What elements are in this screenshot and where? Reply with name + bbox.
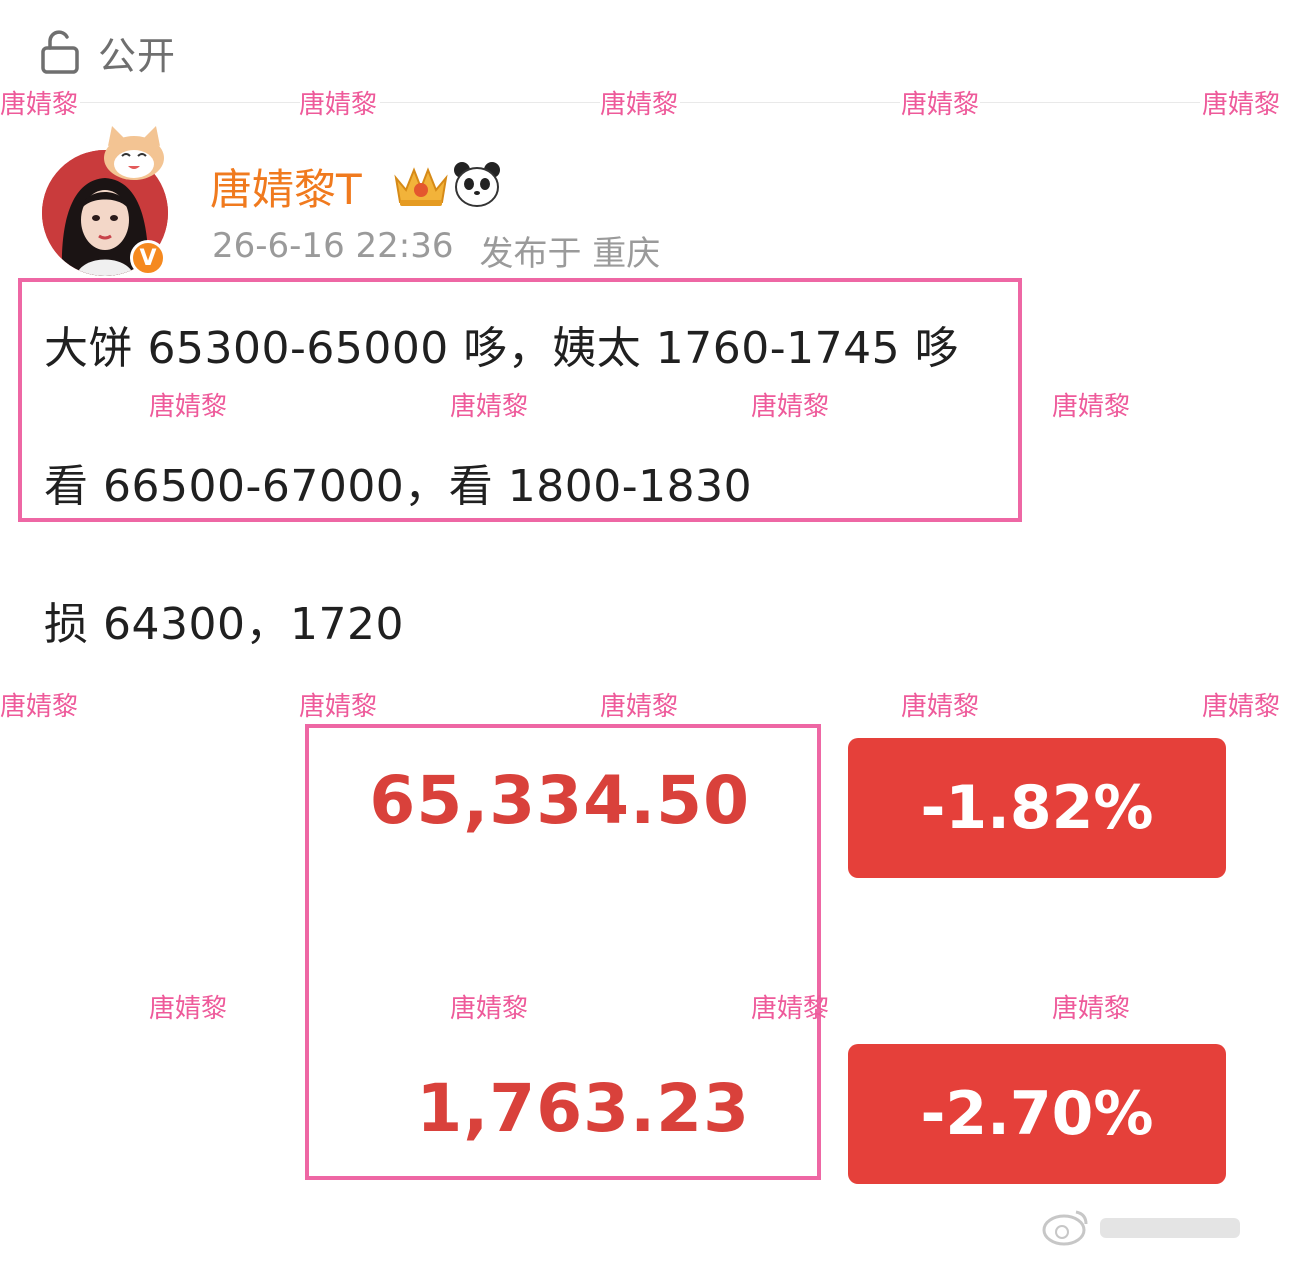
watermark: 唐婧黎 xyxy=(600,90,679,120)
watermark: 唐婧黎 xyxy=(1052,994,1131,1024)
watermark: 唐婧黎 xyxy=(1202,90,1281,120)
watermark: 唐婧黎 xyxy=(0,90,79,120)
price-value: 1,763.23 xyxy=(416,1070,750,1147)
watermark: 唐婧黎 xyxy=(299,90,378,120)
watermark: 唐婧黎 xyxy=(450,994,529,1024)
watermark: 唐婧黎 xyxy=(1052,392,1131,422)
price-1: 65,334.50 xyxy=(330,762,750,839)
post-line-1: 大饼 65300-65000 哆，姨太 1760-1745 哆 xyxy=(44,323,960,374)
change-value: -2.70% xyxy=(920,1079,1154,1149)
weibo-logo-icon xyxy=(1042,1210,1240,1246)
price-value: 65,334.50 xyxy=(369,762,750,839)
divider xyxy=(980,102,1200,103)
watermark: 唐婧黎 xyxy=(901,692,980,722)
watermark: 唐婧黎 xyxy=(751,994,830,1024)
post-location: 发布于 重庆 xyxy=(479,234,661,274)
cat-pendant-icon xyxy=(104,126,164,180)
username[interactable]: 唐婧黎T xyxy=(210,156,362,217)
watermark: 唐婧黎 xyxy=(149,994,228,1024)
change-badge: -1.82% xyxy=(848,738,1226,878)
verified-badge: V xyxy=(130,240,166,276)
watermark: 唐婧黎 xyxy=(299,692,378,722)
divider xyxy=(80,102,300,103)
divider xyxy=(380,102,600,103)
unlock-icon xyxy=(41,30,79,74)
watermark: 唐婧黎 xyxy=(600,692,679,722)
change-badge: -2.70% xyxy=(848,1044,1226,1184)
post-line-3: 损 64300，1720 xyxy=(44,599,404,650)
watermark: 唐婧黎 xyxy=(901,90,980,120)
panda-icon xyxy=(454,162,500,207)
change-value: -1.82% xyxy=(920,773,1154,843)
watermark: 唐婧黎 xyxy=(149,392,228,422)
post-line-2: 看 66500-67000，看 1800-1830 xyxy=(44,461,753,512)
post-time: 26-6-16 22:36 xyxy=(212,226,454,266)
visibility-row[interactable]: 公开 xyxy=(40,24,176,80)
watermark: 唐婧黎 xyxy=(751,392,830,422)
post-meta: 26-6-16 22:36 发布于 重庆 xyxy=(212,226,660,275)
watermark: 唐婧黎 xyxy=(1202,692,1281,722)
divider xyxy=(680,102,900,103)
crown-badge-icon xyxy=(394,167,448,206)
watermark: 唐婧黎 xyxy=(0,692,79,722)
watermark: 唐婧黎 xyxy=(450,392,529,422)
visibility-label: 公开 xyxy=(98,33,177,78)
price-2: 1,763.23 xyxy=(330,1070,750,1147)
